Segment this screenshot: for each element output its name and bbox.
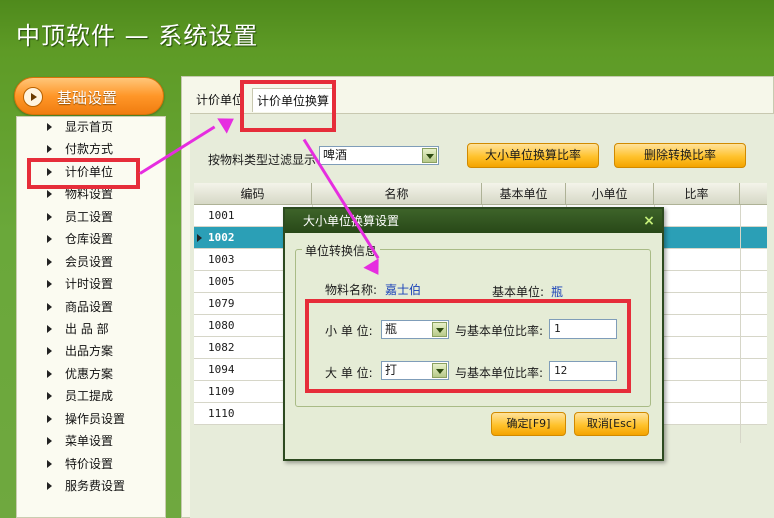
grid-header: 编码 名称 基本单位 小单位 比率 [194,183,767,205]
sidebar-item-label: 出品方案 [65,344,114,358]
row-code: 1094 [208,363,235,376]
base-unit-label: 基本单位: [492,285,545,299]
triangle-right-icon [47,460,52,468]
sidebar: 基础设置 显示首页 付款方式 计价单位 物料设置 员工设置 仓库设置 会员设置 … [14,74,166,518]
chevron-down-icon[interactable] [422,148,437,163]
triangle-right-icon [47,437,52,445]
close-icon[interactable]: × [642,212,656,230]
sidebar-item-output-dept[interactable]: 出 品 部 [47,319,157,339]
sidebar-item-special-price[interactable]: 特价设置 [47,454,157,474]
sidebar-item-label: 优惠方案 [65,367,114,381]
sidebar-item-label: 会员设置 [65,255,114,269]
sidebar-item-timing[interactable]: 计时设置 [47,274,157,294]
row-code: 1110 [208,407,235,420]
triangle-right-icon [47,325,52,333]
sidebar-item-label: 显示首页 [65,120,114,134]
sidebar-item-label: 出 品 部 [65,322,109,336]
confirm-button[interactable]: 确定[F9] [491,412,566,436]
row-code: 1001 [208,209,235,222]
sidebar-item-commission[interactable]: 员工提成 [47,386,157,406]
unit-ratio-button[interactable]: 大小单位换算比率 [467,143,599,168]
delete-ratio-button[interactable]: 删除转换比率 [614,143,746,168]
triangle-right-icon [47,213,52,221]
triangle-right-icon [47,415,52,423]
row-code: 1005 [208,275,235,288]
triangle-right-icon [47,235,52,243]
triangle-right-icon [47,280,52,288]
sidebar-item-product[interactable]: 商品设置 [47,297,157,317]
app-title: 中顶软件 — 系统设置 [16,22,259,50]
sidebar-item-label: 仓库设置 [65,232,114,246]
triangle-right-icon [47,370,52,378]
row-code: 1080 [208,319,235,332]
sidebar-header-basic-settings[interactable]: 基础设置 [14,77,164,115]
cancel-button[interactable]: 取消[Esc] [574,412,649,436]
highlight-box-sidebar-item [27,158,140,189]
sidebar-item-operator[interactable]: 操作员设置 [47,409,157,429]
row-code: 1079 [208,297,235,310]
row-code: 1003 [208,253,235,266]
sidebar-item-member[interactable]: 会员设置 [47,252,157,272]
column-header-small-unit[interactable]: 小单位 [566,183,654,205]
material-type-filter-select[interactable]: 啤酒 [319,146,439,165]
triangle-right-icon [47,190,52,198]
sidebar-item-menu[interactable]: 菜单设置 [47,431,157,451]
filter-label: 按物料类型过滤显示 [208,153,317,167]
triangle-right-icon [47,303,52,311]
column-header-code[interactable]: 编码 [194,183,312,205]
sidebar-item-output-plan[interactable]: 出品方案 [47,341,157,361]
row-code: 1109 [208,385,235,398]
sidebar-item-label: 计时设置 [65,277,114,291]
row-code: 1002 [208,231,235,244]
sidebar-item-label: 菜单设置 [65,434,114,448]
triangle-right-icon [47,392,52,400]
triangle-right-icon [47,347,52,355]
highlight-box-unit-fields [305,299,631,393]
sidebar-item-label: 付款方式 [65,142,114,156]
sidebar-item-label: 操作员设置 [65,412,126,426]
sidebar-item-discount[interactable]: 优惠方案 [47,364,157,384]
triangle-right-icon [47,123,52,131]
sidebar-item-label: 商品设置 [65,300,114,314]
expand-arrow-icon [23,87,43,107]
filter-select-value: 啤酒 [323,148,348,162]
column-divider [740,205,741,443]
triangle-right-icon [47,145,52,153]
triangle-right-icon [47,482,52,490]
base-unit-value: 瓶 [551,285,564,299]
dialog-title-bar[interactable]: 大小单位换算设置 × [285,209,662,233]
column-header-ratio[interactable]: 比率 [654,183,740,205]
row-code: 1082 [208,341,235,354]
sidebar-item-label: 员工设置 [65,210,114,224]
sidebar-item-warehouse[interactable]: 仓库设置 [47,229,157,249]
row-pointer-icon [197,234,202,242]
column-header-base-unit[interactable]: 基本单位 [482,183,566,205]
sidebar-item-staff[interactable]: 员工设置 [47,207,157,227]
highlight-box-tab [240,80,336,132]
sidebar-item-home[interactable]: 显示首页 [47,117,157,137]
sidebar-item-label: 员工提成 [65,389,114,403]
sidebar-item-label: 服务费设置 [65,479,126,493]
sidebar-header-label: 基础设置 [57,89,118,107]
material-name-label: 物料名称: [325,283,378,297]
triangle-right-icon [47,258,52,266]
sidebar-item-service-fee[interactable]: 服务费设置 [47,476,157,496]
sidebar-item-payment[interactable]: 付款方式 [47,139,157,159]
sidebar-item-label: 特价设置 [65,457,114,471]
material-name-value: 嘉士伯 [385,283,422,297]
